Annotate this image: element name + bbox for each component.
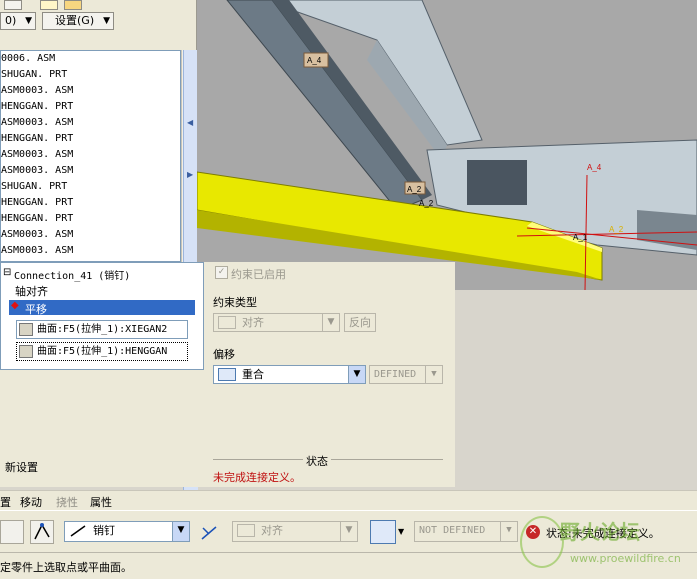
chevron-down-icon[interactable]: ▼ [398,527,404,536]
align-icon [218,316,236,329]
enabled-checkbox[interactable]: ✓ [215,266,228,279]
constraint-type-heading: 约束类型 [213,296,257,309]
copy-icon[interactable] [0,520,24,544]
connection-panel: ⊟ Connection_41 (销钉) 轴对齐 ◆ 平移 曲面:F5(拉伸_1… [0,262,205,487]
connection-title[interactable]: Connection_41 (销钉) [14,267,130,282]
offset-value: 重合 [242,368,264,381]
chevron-down-icon: ▼ [425,366,442,383]
model-graphics[interactable]: A_4 A_2 A_4 A_2 A_1 A_2 [197,0,697,290]
datum-label: A_1 [573,233,588,242]
chevron-down-icon: ▼ [322,314,339,331]
tree-item[interactable]: 0006. ASM [1,51,180,67]
connection-type-value: 销钉 [93,524,115,537]
chevron-down-icon: ▼ [25,16,32,26]
coincident-icon [218,368,236,381]
tree-item[interactable]: HENGGAN. PRT [1,131,180,147]
tree-item[interactable]: ASM0003. ASM [1,83,180,99]
settings-menu-label: 设置(G) [55,14,95,27]
star-icon[interactable] [40,0,58,10]
logo-icon [520,516,564,568]
connection-list: ⊟ Connection_41 (销钉) 轴对齐 ◆ 平移 曲面:F5(拉伸_1… [0,262,204,370]
offset-input-value: NOT DEFINED [419,525,486,536]
arrow-icon: ◆ [11,300,19,311]
reference-label: 曲面:F5(拉伸_1):XIEGAN2 [37,324,168,335]
offset-select[interactable]: 重合 ▼ [213,365,366,384]
reference-label: 曲面:F5(拉伸_1):HENGGAN [37,346,168,357]
constraint-type-value: 对齐 [242,316,264,329]
swap-icon[interactable] [199,524,219,542]
constraint-item-label: 平移 [25,303,47,316]
pin-glyph [70,525,86,537]
folder-icon[interactable] [64,0,82,10]
toolbar-icon[interactable] [4,0,22,10]
top-toolbar: 0) ▼ 设置(G) ▼ [0,0,197,50]
reference-surface-2[interactable]: 曲面:F5(拉伸_1):HENGGAN [16,342,188,361]
flip-button[interactable]: 反向 [344,313,376,332]
settings-menu-button[interactable]: 设置(G) ▼ [42,12,114,30]
chevron-down-icon: ▼ [500,522,517,541]
view-menu-label: 0) [5,14,17,27]
tree-item[interactable]: ASM0003. ASM [1,243,180,259]
offset-heading: 偏移 [213,348,235,361]
status-heading: 状态 [303,453,331,469]
tab-flexibility[interactable]: 挠性 [56,494,78,510]
connection-icon[interactable] [30,520,54,544]
chevron-down-icon: ▼ [172,522,189,541]
status-text: 未完成连接定义。 [213,471,301,484]
surface-icon [19,323,33,336]
enabled-label: 约束已启用 [231,268,286,281]
graphics-viewport[interactable]: A_4 A_2 A_4 A_2 A_1 A_2 [197,0,697,290]
datum-label: A_2 [407,185,422,194]
tree-item[interactable]: HENGGAN. PRT [1,211,180,227]
datum-label: A_4 [307,56,322,65]
tab-placement[interactable]: 置 [0,494,11,510]
tree-item[interactable]: SHUGAN. PRT [1,179,180,195]
tree-item[interactable]: ASM0003. ASM [1,227,180,243]
tree-item[interactable]: ASM0003. ASM [1,163,180,179]
offset-field[interactable]: DEFINED ▼ [369,365,443,384]
pin-icon [69,524,87,537]
collapse-right-icon[interactable]: ▶ [187,170,193,179]
constraint-item-selected[interactable]: ◆ 平移 [9,300,195,316]
swap-glyph [201,526,217,540]
chevron-down-icon: ▼ [340,522,357,541]
view-menu-button[interactable]: 0) ▼ [0,12,36,30]
coincident-button[interactable] [370,520,396,544]
connection-glyph [34,523,50,540]
model-tree: 0006. ASM SHUGAN. PRT ASM0003. ASM HENGG… [0,50,181,262]
datum-label: A_2 [419,199,434,208]
watermark-title: 野火论坛 [560,520,640,544]
new-set-link[interactable]: 新设置 [5,459,38,475]
datum-label: A_4 [587,163,602,172]
message-text: 定零件上选取点或平曲面。 [0,561,132,574]
support-cutout [467,160,527,205]
dashboard-tabs: 置 移动 挠性 属性 [0,490,697,511]
constraint-panel: ✓ 约束已启用 约束类型 对齐 ▼ 反向 偏移 重合 ▼ DEFINED ▼ 状… [205,262,455,487]
constraint-item[interactable]: 轴对齐 [15,283,48,299]
tab-properties[interactable]: 属性 [90,494,112,510]
surface-icon [19,345,33,358]
minus-icon[interactable]: ⊟ [3,267,11,278]
constraint-select[interactable]: 对齐 ▼ [232,521,358,542]
constraint-select-value: 对齐 [261,524,283,537]
tree-item[interactable]: ASM0003. ASM [1,115,180,131]
offset-field-value: DEFINED [374,369,417,380]
tab-move[interactable]: 移动 [20,494,42,510]
reference-surface-1[interactable]: 曲面:F5(拉伸_1):XIEGAN2 [16,320,188,339]
chevron-down-icon: ▼ [348,366,365,383]
datum-label: A_2 [609,225,624,234]
tree-item[interactable]: HENGGAN. PRT [1,99,180,115]
connection-type-select[interactable]: 销钉 ▼ [64,521,190,542]
tree-item[interactable]: ASM0003. ASM [1,147,180,163]
chevron-down-icon: ▼ [103,16,110,26]
align-icon [237,524,255,537]
watermark-url: www.proewildfire.cn [570,552,681,565]
constraint-type-select[interactable]: 对齐 ▼ [213,313,340,332]
offset-input[interactable]: NOT DEFINED ▼ [414,521,518,542]
collapse-left-icon[interactable]: ◀ [187,118,193,127]
tree-item[interactable]: HENGGAN. PRT [1,195,180,211]
tree-item[interactable]: SHUGAN. PRT [1,67,180,83]
watermark: 野火论坛 www.proewildfire.cn [520,512,690,572]
